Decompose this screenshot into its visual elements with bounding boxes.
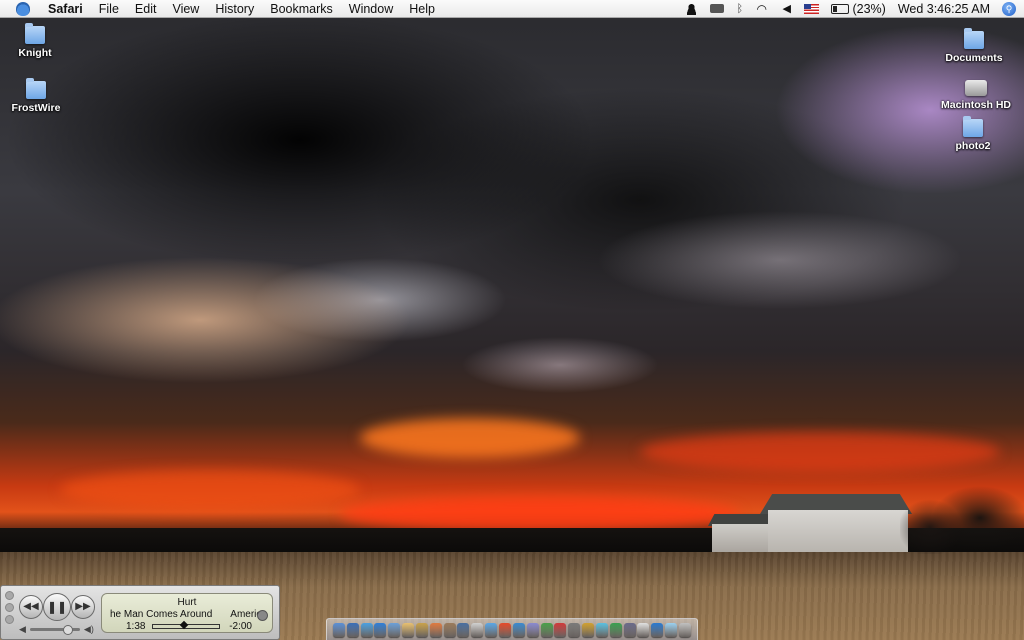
desktop-item-label: Documents	[945, 52, 1003, 64]
spotlight-icon[interactable]: ⚲	[1002, 1, 1016, 16]
next-track-button[interactable]: ▶▶	[71, 595, 95, 619]
folder-icon	[963, 116, 983, 137]
dock-app-icon[interactable]	[332, 622, 345, 637]
volume-slider-knob[interactable]	[62, 625, 73, 635]
dock-app-icon[interactable]	[512, 622, 525, 637]
sunset-glow	[60, 470, 360, 510]
dock-app-icon[interactable]	[554, 622, 567, 637]
menu-view[interactable]: View	[164, 2, 207, 16]
desktop-item-macintosh-hd[interactable]: Macintosh HD	[936, 80, 1016, 111]
menu-help[interactable]: Help	[401, 2, 443, 16]
desktop-wallpaper	[0, 0, 1024, 640]
album-name: he Man Comes Around	[110, 609, 213, 620]
dock-app-icon[interactable]	[651, 622, 664, 637]
now-playing-display[interactable]: Hurt he Man Comes Around America 1:38 -2:…	[101, 593, 273, 633]
desktop-item-photo2[interactable]: photo2	[933, 116, 1013, 152]
menu-file[interactable]: File	[91, 2, 127, 16]
display-mode-button[interactable]	[257, 610, 268, 621]
menu-bar: Safari File Edit View History Bookmarks …	[0, 0, 1024, 18]
progress-bar[interactable]	[152, 620, 220, 630]
zoom-button[interactable]	[5, 615, 14, 624]
close-button[interactable]	[5, 591, 14, 600]
dock-app-icon[interactable]	[623, 622, 636, 637]
dock-app-icon[interactable]	[388, 622, 401, 637]
previous-track-button[interactable]: ◀◀	[19, 595, 43, 619]
status-area: ᛒ ◠ ◀ (23%) Wed 3:46:25 AM ⚲	[685, 1, 1024, 16]
barn	[768, 510, 908, 552]
dock-app-icon[interactable]	[595, 622, 608, 637]
dock-app-icon[interactable]	[415, 622, 428, 637]
dock-app-icon[interactable]	[346, 622, 359, 637]
volume-control: ◀ ◀)	[19, 624, 94, 635]
dock-app-icon[interactable]	[402, 622, 415, 637]
keyboard-icon[interactable]	[710, 4, 725, 13]
dock-app-icon[interactable]	[609, 622, 622, 637]
track-scroller: he Man Comes Around America	[110, 609, 260, 620]
pause-button[interactable]: ❚❚	[43, 593, 71, 621]
barn	[712, 524, 770, 552]
wifi-icon[interactable]: ◠	[756, 3, 770, 15]
folder-icon	[964, 28, 984, 49]
battery-icon	[831, 3, 850, 14]
apple-menu-icon[interactable]	[16, 1, 30, 16]
menu-history[interactable]: History	[207, 2, 262, 16]
minimize-button[interactable]	[5, 603, 14, 612]
volume-icon[interactable]: ◀	[782, 3, 792, 15]
trees	[900, 478, 1024, 554]
bluetooth-icon[interactable]: ᛒ	[736, 3, 744, 15]
window-controls	[5, 591, 14, 624]
dock-app-icon[interactable]	[360, 622, 373, 637]
clock[interactable]: Wed 3:46:25 AM	[898, 2, 990, 16]
dock-app-icon[interactable]	[665, 622, 678, 637]
dock-app-icon[interactable]	[526, 622, 539, 637]
dock-app-icon[interactable]	[485, 622, 498, 637]
dock-app-icon[interactable]	[498, 622, 511, 637]
sunset-glow	[340, 496, 740, 532]
desktop-item-label: photo2	[955, 140, 991, 152]
volume-high-icon: ◀)	[83, 624, 94, 634]
dock-app-icon[interactable]	[582, 622, 595, 637]
desktop-item-label: Macintosh HD	[940, 99, 1011, 111]
dock-app-icon[interactable]	[457, 622, 470, 637]
dock-app-icon[interactable]	[568, 622, 581, 637]
volume-low-icon: ◀	[19, 624, 26, 634]
track-title: Hurt	[177, 597, 197, 608]
desktop-item-frostwire[interactable]: FrostWire	[0, 78, 76, 114]
hard-drive-icon	[965, 80, 987, 96]
desktop-item-knight[interactable]: Knight	[0, 23, 75, 59]
progress-marker[interactable]	[179, 620, 189, 630]
user-icon[interactable]	[685, 2, 699, 15]
menu-window[interactable]: Window	[341, 2, 401, 16]
dock-app-icon[interactable]	[637, 622, 650, 637]
menu-app-name[interactable]: Safari	[40, 2, 91, 16]
flag-icon[interactable]	[804, 3, 820, 14]
dock-app-icon[interactable]	[429, 622, 442, 637]
battery-status[interactable]: (23%)	[831, 1, 886, 16]
sunset-glow	[360, 418, 580, 458]
remaining-time: -2:00	[229, 621, 252, 632]
desktop-item-label: Knight	[18, 47, 52, 59]
folder-icon	[25, 23, 45, 44]
itunes-mini-player: ◀◀ ❚❚ ▶▶ ◀ ◀) Hurt he Man Comes Around Am…	[0, 585, 280, 640]
dock-app-icon[interactable]	[678, 622, 691, 637]
battery-percent: (23%)	[852, 1, 886, 16]
dock-app-icon[interactable]	[374, 622, 387, 637]
desktop-item-label: FrostWire	[11, 102, 61, 114]
dock-app-icon[interactable]	[443, 622, 456, 637]
menu-edit[interactable]: Edit	[127, 2, 165, 16]
dock-app-icon[interactable]	[540, 622, 553, 637]
folder-icon	[26, 78, 46, 99]
sunset-glow	[640, 432, 1000, 472]
artist-name: America	[230, 609, 260, 620]
menu-bookmarks[interactable]: Bookmarks	[262, 2, 341, 16]
elapsed-time: 1:38	[126, 621, 146, 632]
dock-app-icon[interactable]	[471, 622, 484, 637]
volume-slider[interactable]	[29, 625, 80, 635]
dock	[326, 618, 698, 640]
desktop-item-documents[interactable]: Documents	[934, 28, 1014, 64]
